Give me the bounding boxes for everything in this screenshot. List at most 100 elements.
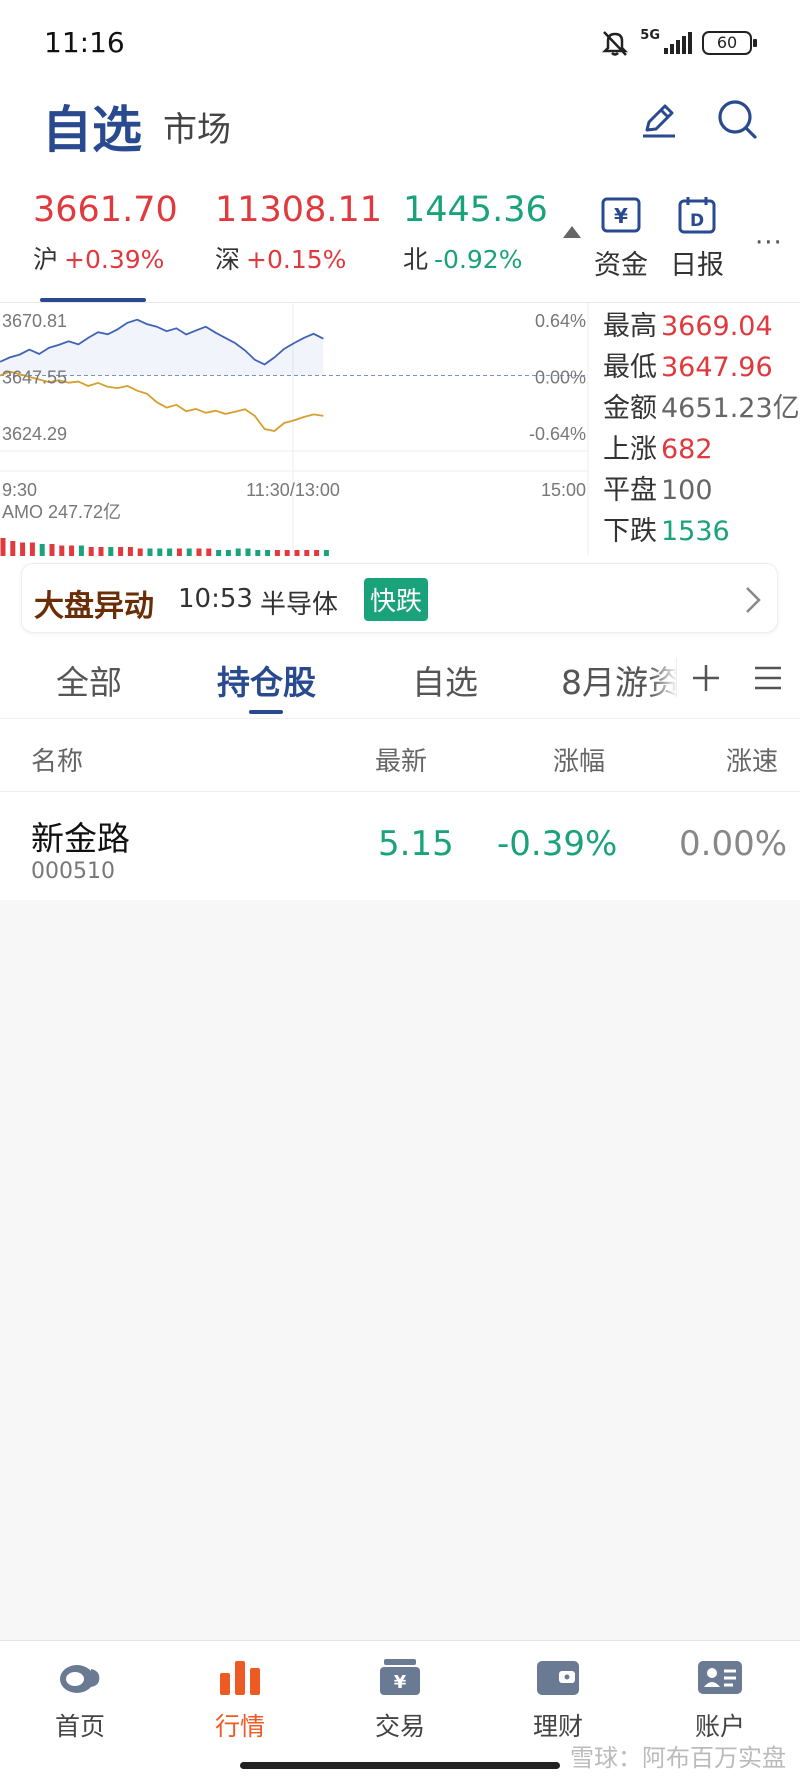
more-icon[interactable]: ··· [755, 228, 783, 258]
nav-wealth[interactable]: 理财 [508, 1657, 608, 1743]
add-icon[interactable] [690, 662, 722, 694]
list-header: 名称 最新 涨幅 涨速 [0, 718, 800, 792]
stat-down: 下跌 1536 [603, 511, 800, 552]
volume-bar [137, 548, 143, 556]
nav-home[interactable]: 首页 [30, 1657, 130, 1743]
volume-bar [304, 550, 310, 556]
index-name: 深 [215, 245, 241, 274]
status-bar: 11:16 5G 60 [0, 0, 800, 90]
daily-report-button[interactable]: D 日报 [670, 195, 724, 282]
volume-bar [118, 547, 124, 556]
market-alert-banner[interactable]: 大盘异动 10:53 半导体 快跌 [21, 563, 778, 633]
edit-icon[interactable] [637, 98, 681, 142]
trade-icon: ¥ [380, 1659, 420, 1695]
stat-up: 上涨 682 [603, 429, 800, 470]
volume-bar [29, 542, 35, 556]
table-row[interactable]: 新金路 000510 5.15 -0.39% 0.00% [0, 792, 800, 900]
index-name: 北 [403, 245, 429, 274]
col-speed[interactable]: 涨速 [726, 741, 778, 778]
index-value: 11308.11 [215, 190, 383, 230]
volume-bar [39, 544, 45, 556]
volume-bar [274, 550, 280, 556]
banner-badge: 快跌 [364, 578, 429, 621]
stat-value: 3669.04 [661, 311, 773, 342]
battery-icon: 60 [702, 31, 757, 55]
tab-divider [676, 658, 677, 698]
volume-bar [265, 550, 271, 556]
stat-value: 100 [661, 475, 713, 506]
stat-high: 最高 3669.04 [603, 306, 800, 347]
stock-name: 新金路 [31, 819, 130, 858]
signal-icon [664, 32, 692, 54]
volume-bar [186, 548, 192, 556]
index-sh[interactable]: 3661.70 沪 +0.39% [33, 190, 178, 276]
volume-bar [284, 550, 290, 556]
index-bj[interactable]: 1445.36 北 -0.92% [403, 190, 548, 276]
volume-bar [255, 550, 261, 556]
network-label: 5G [640, 27, 660, 43]
banner-title: 大盘异动 [34, 589, 154, 624]
volume-bar [147, 548, 153, 556]
x-tick: 9:30 [2, 480, 37, 500]
market-stats: 最高 3669.04 最低 3647.96 金额 4651.23亿 上涨 682 平盘 1… [603, 306, 800, 552]
volume-bar [69, 545, 75, 556]
chevron-right-icon [746, 587, 761, 613]
volume-bar [225, 550, 231, 556]
funds-label: 资金 [594, 250, 648, 281]
wallet-icon [537, 1661, 579, 1695]
funds-button[interactable]: ¥ 资金 [594, 195, 648, 282]
x-tick: 11:30/13:00 [246, 480, 340, 500]
index-sz[interactable]: 11308.11 深 +0.15% [215, 190, 382, 276]
intraday-chart-svg: 3670.81 3647.55 3624.29 0.64% 0.00% -0.64% 9:3… [0, 303, 589, 556]
banner-time: 10:53 [178, 584, 253, 614]
collapse-triangle-icon[interactable] [563, 226, 581, 238]
funds-icon: ¥ [601, 197, 641, 233]
index-change: +0.15% [246, 245, 347, 274]
stock-price: 5.15 [378, 824, 454, 864]
col-name[interactable]: 名称 [31, 741, 83, 778]
menu-icon[interactable] [752, 662, 784, 694]
watermark: 雪球：阿布百万实盘 [570, 1744, 786, 1772]
volume-bar [196, 548, 202, 556]
nav-account[interactable]: 账户 [670, 1657, 770, 1743]
col-change[interactable]: 涨幅 [553, 741, 605, 778]
home-indicator[interactable] [240, 1762, 560, 1769]
col-latest[interactable]: 最新 [375, 741, 427, 778]
volume-bar [108, 547, 114, 556]
volume-bar [20, 542, 26, 556]
home-icon [60, 1665, 100, 1693]
stat-value: 3647.96 [661, 352, 773, 383]
search-icon[interactable] [716, 98, 760, 142]
index-name: 沪 [33, 245, 59, 274]
volume-bar [294, 550, 300, 556]
y-left-tick: 3670.81 [2, 311, 67, 331]
volume-bar [235, 548, 241, 556]
volume-bar [0, 538, 6, 556]
account-icon [698, 1661, 742, 1694]
volume-bar [88, 547, 94, 556]
stat-value: 682 [661, 434, 713, 465]
volume-bar [59, 545, 65, 556]
nav-label: 首页 [54, 1712, 105, 1741]
stock-code: 000510 [31, 859, 115, 884]
nav-market[interactable]: 行情 [190, 1657, 290, 1743]
tab-all[interactable]: 全部 [56, 656, 122, 704]
mute-icon [602, 31, 629, 56]
stat-label: 平盘 [603, 475, 657, 506]
y-right-tick: 0.64% [535, 311, 586, 331]
nav-trade[interactable]: ¥ 交易 [350, 1657, 450, 1743]
tab-market[interactable]: 市场 [163, 102, 231, 151]
volume-bar [167, 548, 173, 556]
page-title[interactable]: 自选 [42, 90, 142, 162]
y-right-tick: -0.64% [529, 424, 586, 444]
nav-label: 交易 [374, 1712, 425, 1741]
volume-bar [78, 545, 84, 556]
stock-speed: 0.00% [679, 824, 788, 864]
tab-holdings[interactable]: 持仓股 [217, 656, 316, 704]
volume-bar [49, 544, 55, 556]
status-time: 11:16 [44, 26, 125, 59]
calendar-icon: D [678, 197, 716, 234]
svg-text:¥: ¥ [394, 1672, 407, 1693]
tab-watchlist[interactable]: 自选 [412, 656, 478, 704]
stat-label: 金额 [603, 393, 657, 424]
